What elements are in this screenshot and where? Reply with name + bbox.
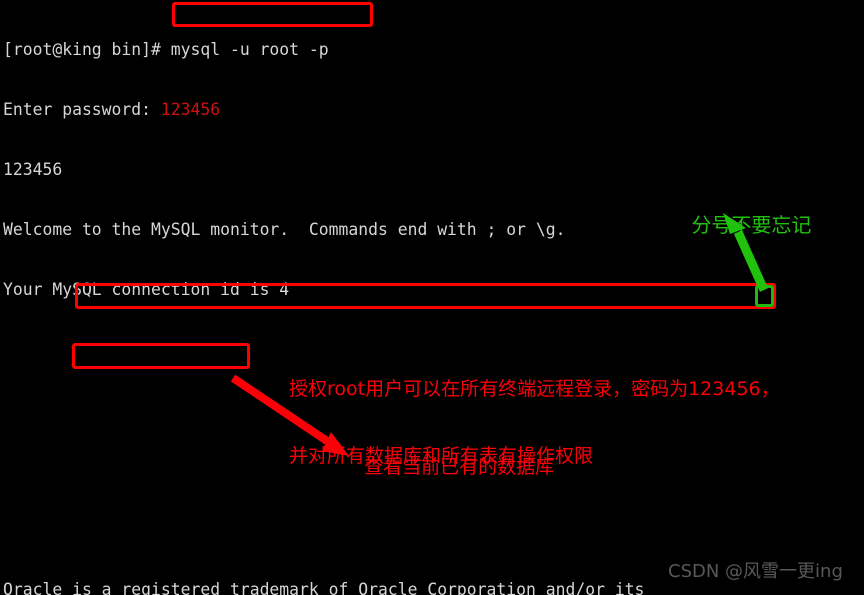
terminal-window: [root@king bin]# mysql -u root -p Enter … (0, 0, 864, 595)
terminal-line-welcome: 123456 (3, 160, 63, 179)
password-label: Enter password: (3, 100, 161, 119)
red-annotation-grant-line1: 授权root用户可以在所有终端远程登录，密码为123456， (289, 377, 780, 400)
red-annotation-show-text: 查看当前已有的数据库 (364, 456, 555, 479)
green-annotation-text: 分号不要忘记 (691, 212, 812, 237)
red-annotation-show-note: 查看当前已有的数据库 (340, 434, 554, 501)
terminal-line-trademark-1 (0, 520, 864, 540)
terminal-line-login-prompt: [root@king bin]# mysql -u root -p (3, 40, 329, 59)
green-annotation-note: 分号不要忘记 (666, 190, 811, 261)
terminal-line-server-version: Your MySQL connection id is 4 (3, 280, 290, 299)
csdn-watermark: CSDN @风雪一更ing (668, 561, 843, 582)
password-value: 123456 (160, 100, 221, 119)
terminal-line-password-prompt: Enter password: 123456 (0, 100, 864, 120)
